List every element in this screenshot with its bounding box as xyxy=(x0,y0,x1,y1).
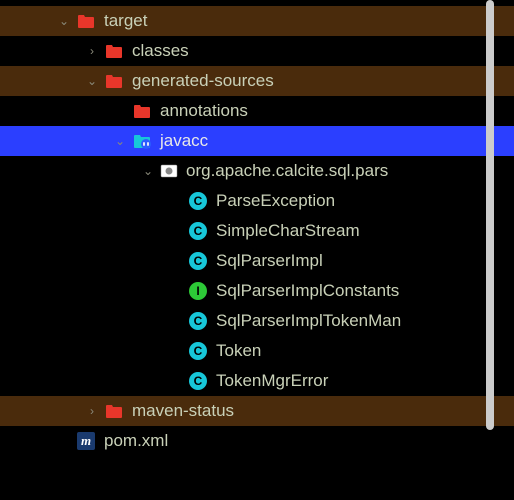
class-icon: C xyxy=(188,221,208,241)
tree-item[interactable]: ⌄ target xyxy=(0,6,514,36)
tree-item[interactable]: › classes xyxy=(0,36,514,66)
tree-item-label: SqlParserImpl xyxy=(216,251,323,271)
folder-icon xyxy=(76,11,96,31)
tree-item-label: annotations xyxy=(160,101,248,121)
folder-icon xyxy=(104,41,124,61)
tree-item-label: org.apache.calcite.sql.pars xyxy=(186,161,388,181)
tree-item-label: classes xyxy=(132,41,189,61)
tree-item-label: maven-status xyxy=(132,401,234,421)
tree-item-label: generated-sources xyxy=(132,71,274,91)
tree-item-label: TokenMgrError xyxy=(216,371,328,391)
tree-item[interactable]: ⌄ javacc xyxy=(0,126,514,156)
class-icon: C xyxy=(188,191,208,211)
tree-item[interactable]: C SimpleCharStream xyxy=(0,216,514,246)
tree-item[interactable]: I SqlParserImplConstants xyxy=(0,276,514,306)
tree-item-label: pom.xml xyxy=(104,431,168,451)
folder-icon xyxy=(132,101,152,121)
tree-item[interactable]: C SqlParserImpl xyxy=(0,246,514,276)
package-icon xyxy=(160,162,178,180)
class-icon: C xyxy=(188,371,208,391)
scrollbar-thumb[interactable] xyxy=(486,0,494,430)
tree-item[interactable]: ⌄ generated-sources xyxy=(0,66,514,96)
tree-item[interactable]: ⌄ org.apache.calcite.sql.pars xyxy=(0,156,514,186)
tree-item[interactable]: › maven-status xyxy=(0,396,514,426)
class-icon: C xyxy=(188,251,208,271)
interface-icon: I xyxy=(188,281,208,301)
class-icon: C xyxy=(188,311,208,331)
chevron-down-icon[interactable]: ⌄ xyxy=(112,134,128,148)
tree-item-label: javacc xyxy=(160,131,208,151)
tree-item[interactable]: C SqlParserImplTokenMan xyxy=(0,306,514,336)
tree-item[interactable]: C Token xyxy=(0,336,514,366)
source-folder-icon xyxy=(132,131,152,151)
chevron-right-icon[interactable]: › xyxy=(84,44,100,58)
folder-icon xyxy=(104,71,124,91)
tree-item[interactable]: annotations xyxy=(0,96,514,126)
tree-item-label: Token xyxy=(216,341,261,361)
tree-item-label: SimpleCharStream xyxy=(216,221,360,241)
tree-item[interactable]: m pom.xml xyxy=(0,426,514,456)
tree-item-label: ParseException xyxy=(216,191,335,211)
chevron-right-icon[interactable]: › xyxy=(84,404,100,418)
chevron-down-icon[interactable]: ⌄ xyxy=(56,14,72,28)
chevron-down-icon[interactable]: ⌄ xyxy=(140,164,156,178)
chevron-down-icon[interactable]: ⌄ xyxy=(84,74,100,88)
tree-item-label: target xyxy=(104,11,147,31)
scrollbar-track[interactable] xyxy=(484,0,494,480)
tree-item-label: SqlParserImplConstants xyxy=(216,281,399,301)
tree-item[interactable]: C ParseException xyxy=(0,186,514,216)
tree-item-label: SqlParserImplTokenMan xyxy=(216,311,401,331)
tree-item[interactable]: C TokenMgrError xyxy=(0,366,514,396)
maven-icon: m xyxy=(76,431,96,451)
folder-icon xyxy=(104,401,124,421)
project-tree: ⌄ target › classes ⌄ generated-sources annotat… xyxy=(0,0,514,456)
class-icon: C xyxy=(188,341,208,361)
